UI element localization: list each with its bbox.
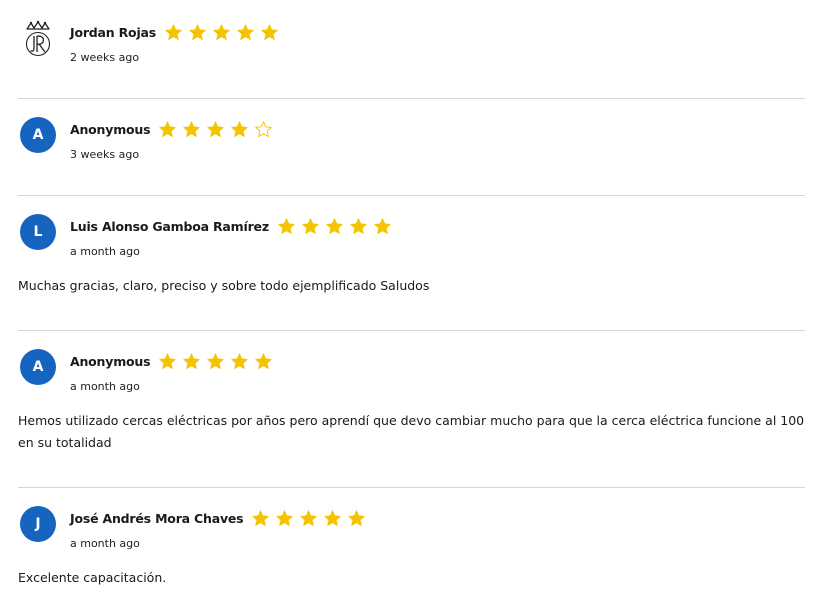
divider	[18, 330, 805, 331]
review-text: Muchas gracias, claro, preciso y sobre t…	[18, 278, 430, 293]
star-filled-icon	[159, 120, 177, 137]
star-filled-icon	[159, 352, 177, 369]
star-filled-icon	[231, 352, 249, 369]
star-filled-icon	[231, 120, 249, 137]
star-filled-icon	[326, 217, 343, 234]
star-filled-icon	[276, 509, 294, 526]
star-filled-icon	[213, 23, 230, 40]
star-filled-icon	[300, 509, 318, 526]
reviewer-name: Anonymous	[70, 121, 151, 137]
reviewer-name: Anonymous	[70, 353, 151, 369]
jr-crown-monogram-icon	[21, 20, 55, 60]
star-filled-icon	[261, 23, 278, 40]
star-filled-icon	[278, 217, 295, 234]
divider	[18, 195, 805, 196]
divider	[18, 98, 805, 99]
avatar: J	[20, 506, 56, 542]
divider	[18, 487, 805, 488]
review-date: a month ago	[70, 245, 140, 258]
star-rating	[277, 217, 392, 236]
star-filled-icon	[207, 352, 225, 369]
avatar: L	[20, 214, 56, 250]
star-filled-icon	[183, 120, 201, 137]
avatar: A	[20, 117, 56, 153]
review-date: a month ago	[70, 537, 140, 550]
star-filled-icon	[252, 509, 270, 526]
avatar: A	[20, 349, 56, 385]
review-text: Hemos utilizado cercas eléctricas por añ…	[18, 413, 805, 450]
reviewer-name: Luis Alonso Gamboa Ramírez	[70, 218, 269, 234]
star-rating	[158, 352, 273, 371]
star-filled-icon	[302, 217, 319, 234]
star-filled-icon	[183, 352, 201, 369]
review-date: 2 weeks ago	[70, 51, 140, 64]
star-filled-icon	[237, 23, 254, 40]
star-filled-icon	[348, 509, 366, 526]
review-date: a month ago	[70, 380, 140, 393]
star-rating	[251, 509, 366, 528]
star-filled-icon	[350, 217, 367, 234]
reviewer-name: Jordan Rojas	[70, 24, 157, 40]
review-text: Excelente capacitación.	[18, 570, 167, 585]
star-empty-icon	[255, 120, 273, 137]
star-filled-icon	[324, 509, 342, 526]
star-filled-icon	[374, 217, 391, 234]
reviewer-name: José Andrés Mora Chaves	[70, 510, 244, 526]
star-filled-icon	[165, 23, 182, 40]
star-rating	[164, 23, 279, 42]
review-date: 3 weeks ago	[70, 148, 140, 161]
star-filled-icon	[255, 352, 273, 369]
star-filled-icon	[189, 23, 206, 40]
star-filled-icon	[207, 120, 225, 137]
star-rating	[158, 120, 273, 139]
